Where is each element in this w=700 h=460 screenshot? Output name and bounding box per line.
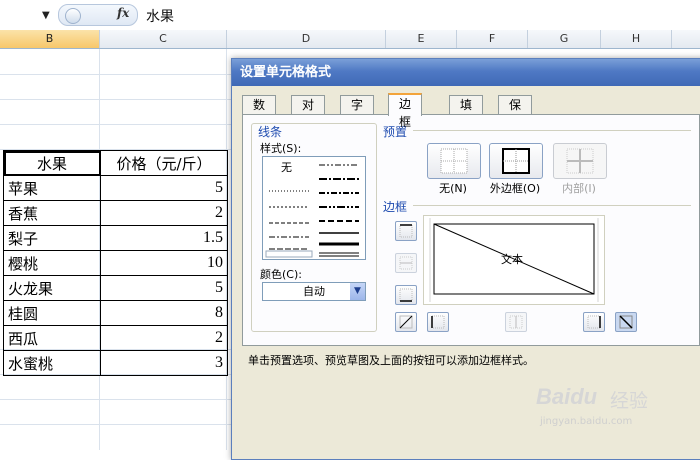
border-preview[interactable]: 文本 (423, 215, 605, 305)
border-diagonal-up-button[interactable] (395, 312, 417, 332)
fruit-cell[interactable]: 樱桃 (3, 250, 101, 276)
table-row: 梨子 1.5 (3, 225, 228, 251)
dialog-title[interactable]: 设置单元格格式 (232, 59, 700, 86)
price-cell[interactable]: 2 (100, 325, 228, 351)
tab-border[interactable]: 边框 (388, 93, 423, 129)
preset-inside-label[interactable]: 内部(I) (549, 180, 609, 196)
formula-input[interactable]: 水果 (146, 6, 174, 26)
watermark-brand: Baidu (536, 384, 598, 409)
table-header-row: 水果 价格（元/斤） (3, 150, 228, 176)
border-right-button[interactable] (583, 312, 605, 332)
diagonal-up-icon (399, 315, 413, 329)
baidu-jingyan-watermark: Baidu 经验 jingyan.baidu.com (536, 374, 700, 434)
border-bottom-icon (399, 288, 413, 302)
preset-inside-icon (566, 148, 594, 174)
chevron-down-icon[interactable]: ▼ (42, 10, 50, 21)
fruit-cell[interactable]: 水蜜桃 (3, 350, 101, 376)
fruit-cell[interactable]: 火龙果 (3, 275, 101, 301)
formula-controls: fx (58, 4, 138, 26)
border-top-button[interactable] (395, 221, 417, 241)
preset-inside-button[interactable] (553, 143, 607, 179)
border-tab-panel: 线条 样式(S): 无 颜色(C): 自动 ▼ 预置 无(N) 外边框(O) 内… (242, 114, 700, 346)
column-header-d[interactable]: D (227, 30, 386, 48)
fruit-cell[interactable]: 西瓜 (3, 325, 101, 351)
column-header-h[interactable]: H (601, 30, 672, 48)
preset-outline-icon (502, 148, 530, 174)
expand-icon[interactable] (65, 8, 81, 24)
border-middle-horizontal-icon (399, 256, 413, 270)
preset-outline-label[interactable]: 外边框(O) (485, 180, 545, 196)
tab-font[interactable]: 字体 (340, 95, 375, 130)
price-cell[interactable]: 2 (100, 200, 228, 226)
border-group-title: 边框 (383, 200, 408, 214)
column-headers: B C D E F G H (0, 30, 700, 49)
tab-alignment[interactable]: 对齐 (291, 95, 326, 130)
table-row: 桂圆 8 (3, 300, 228, 326)
table-row: 苹果 5 (3, 175, 228, 201)
preset-none-button[interactable] (427, 143, 481, 179)
style-label: 样式(S): (260, 142, 302, 155)
border-hint-text: 单击预置选项、预览草图及上面的按钮可以添加边框样式。 (248, 354, 534, 367)
fruit-cell[interactable]: 梨子 (3, 225, 101, 251)
fruit-cell[interactable]: 苹果 (3, 175, 101, 201)
color-select[interactable]: 自动 ▼ (262, 282, 366, 301)
border-right-icon (587, 315, 601, 329)
formula-bar: ▼ fx 水果 (0, 0, 700, 31)
price-cell[interactable]: 8 (100, 300, 228, 326)
line-style-list[interactable]: 无 (262, 156, 366, 260)
border-middle-horizontal-button[interactable] (395, 253, 417, 273)
preset-none-label[interactable]: 无(N) (423, 180, 483, 196)
fruit-cell[interactable]: 桂圆 (3, 300, 101, 326)
color-label: 颜色(C): (260, 268, 302, 281)
price-cell[interactable]: 5 (100, 275, 228, 301)
table-row: 火龙果 5 (3, 275, 228, 301)
tab-number[interactable]: 数字 (242, 95, 277, 130)
diagonal-down-icon (619, 315, 633, 329)
border-bottom-button[interactable] (395, 285, 417, 305)
table-row: 樱桃 10 (3, 250, 228, 276)
name-box[interactable]: ▼ (0, 3, 56, 25)
price-cell[interactable]: 1.5 (100, 225, 228, 251)
border-left-button[interactable] (427, 312, 449, 332)
line-styles-icon[interactable] (263, 157, 365, 259)
header-cell-fruit[interactable]: 水果 (3, 150, 101, 176)
watermark-url: jingyan.baidu.com (540, 416, 633, 427)
border-middle-vertical-button[interactable] (505, 312, 527, 332)
column-header-f[interactable]: F (457, 30, 528, 48)
preset-outline-button[interactable] (489, 143, 543, 179)
fruit-price-table: 水果 价格（元/斤） 苹果 5 香蕉 2 梨子 1.5 樱桃 10 火龙果 5 … (3, 150, 228, 376)
chevron-down-icon[interactable]: ▼ (350, 283, 365, 300)
fruit-cell[interactable]: 香蕉 (3, 200, 101, 226)
border-left-icon (431, 315, 445, 329)
price-cell[interactable]: 10 (100, 250, 228, 276)
header-cell-price[interactable]: 价格（元/斤） (100, 150, 228, 176)
preview-text: 文本 (501, 253, 523, 266)
color-value: 自动 (303, 285, 325, 298)
line-group-title: 线条 (258, 125, 283, 139)
column-header-c[interactable]: C (100, 30, 227, 48)
insert-function-button[interactable]: fx (117, 6, 129, 20)
watermark-brand-cn: 经验 (610, 390, 649, 412)
table-row: 水蜜桃 3 (3, 350, 228, 376)
border-diagonal-down-button[interactable] (615, 312, 637, 332)
tab-protection[interactable]: 保护 (498, 95, 533, 130)
table-row: 香蕉 2 (3, 200, 228, 226)
border-middle-vertical-icon (509, 315, 523, 329)
preset-none-icon (440, 148, 468, 174)
tab-fill[interactable]: 填充 (449, 95, 484, 130)
column-header-b[interactable]: B (0, 30, 100, 48)
border-top-icon (399, 224, 413, 238)
table-row: 西瓜 2 (3, 325, 228, 351)
price-cell[interactable]: 5 (100, 175, 228, 201)
line-group: 线条 样式(S): 无 颜色(C): 自动 ▼ (251, 123, 377, 332)
column-header-e[interactable]: E (386, 30, 457, 48)
price-cell[interactable]: 3 (100, 350, 228, 376)
column-header-g[interactable]: G (528, 30, 601, 48)
